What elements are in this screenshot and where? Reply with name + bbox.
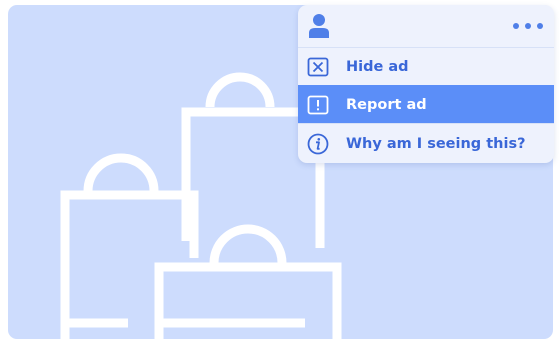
info-circle-icon: [307, 133, 329, 155]
hide-ad-item[interactable]: Hide ad: [298, 47, 554, 85]
report-ad-label: Report ad: [346, 97, 427, 113]
bag-handle: [209, 224, 287, 264]
menu-header: [298, 5, 554, 47]
why-seeing-item[interactable]: Why am I seeing this?: [298, 123, 554, 163]
ad-options-menu: Hide ad Report ad Why am I seeing this?: [298, 5, 554, 163]
why-seeing-label: Why am I seeing this?: [346, 136, 526, 152]
bag-outline: [154, 262, 342, 339]
bag-handle: [205, 72, 275, 108]
user-icon: [309, 14, 329, 38]
hide-ad-label: Hide ad: [346, 59, 409, 75]
exclamation-box-icon: [307, 95, 329, 115]
bag-handle: [83, 153, 159, 192]
screen: Hide ad Report ad Why am I seeing this?: [0, 0, 559, 341]
report-ad-item[interactable]: Report ad: [298, 85, 554, 123]
close-box-icon: [307, 57, 329, 77]
more-dots-icon[interactable]: [510, 17, 546, 35]
